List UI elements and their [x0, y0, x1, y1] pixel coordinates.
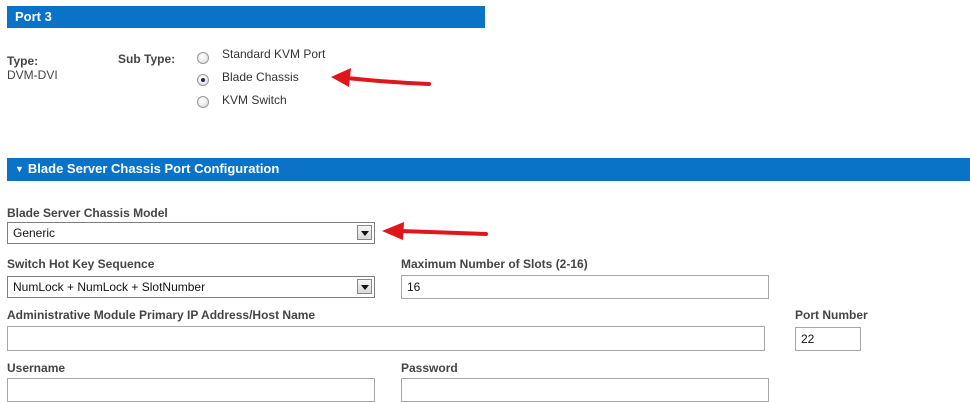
radio-kvm-switch[interactable] — [197, 96, 209, 108]
model-label: Blade Server Chassis Model — [7, 206, 168, 220]
model-select[interactable]: Generic — [7, 222, 375, 244]
password-input[interactable] — [401, 378, 769, 402]
username-label: Username — [7, 361, 66, 375]
collapse-triangle-icon[interactable]: ▼ — [15, 164, 24, 174]
subtype-label: Sub Type: — [118, 52, 176, 66]
radio-standard-kvm-port[interactable] — [197, 52, 209, 64]
type-value: DVM-DVI — [7, 68, 58, 82]
chevron-down-icon[interactable] — [357, 225, 372, 240]
blade-config-header-bar[interactable]: ▼ Blade Server Chassis Port Configuration — [7, 158, 970, 181]
radio-blade-chassis[interactable] — [197, 74, 209, 86]
port-number-input[interactable] — [795, 327, 861, 351]
password-label: Password — [401, 361, 458, 375]
hotkey-select-value: NumLock + NumLock + SlotNumber — [13, 280, 206, 294]
max-slots-input[interactable] — [401, 275, 769, 299]
annotation-arrow-icon — [382, 222, 488, 240]
admin-ip-label: Administrative Module Primary IP Address… — [7, 308, 316, 322]
hotkey-select[interactable]: NumLock + NumLock + SlotNumber — [7, 276, 375, 298]
max-slots-label: Maximum Number of Slots (2-16) — [401, 257, 588, 271]
blade-config-title: Blade Server Chassis Port Configuration — [27, 161, 280, 176]
model-select-value: Generic — [13, 226, 56, 240]
username-input[interactable] — [7, 378, 375, 402]
type-label: Type: — [7, 54, 39, 68]
hotkey-label: Switch Hot Key Sequence — [7, 257, 155, 271]
chevron-down-icon[interactable] — [357, 279, 372, 294]
annotation-arrow-icon — [331, 68, 431, 87]
port-title: Port 3 — [15, 9, 52, 24]
radio-label-blade-chassis[interactable]: Blade Chassis — [222, 70, 299, 84]
port-header-bar: Port 3 — [7, 6, 485, 28]
admin-ip-input[interactable] — [7, 326, 765, 351]
port-number-label: Port Number — [795, 308, 868, 322]
radio-label-standard-kvm-port[interactable]: Standard KVM Port — [222, 47, 325, 61]
radio-label-kvm-switch[interactable]: KVM Switch — [222, 93, 287, 107]
